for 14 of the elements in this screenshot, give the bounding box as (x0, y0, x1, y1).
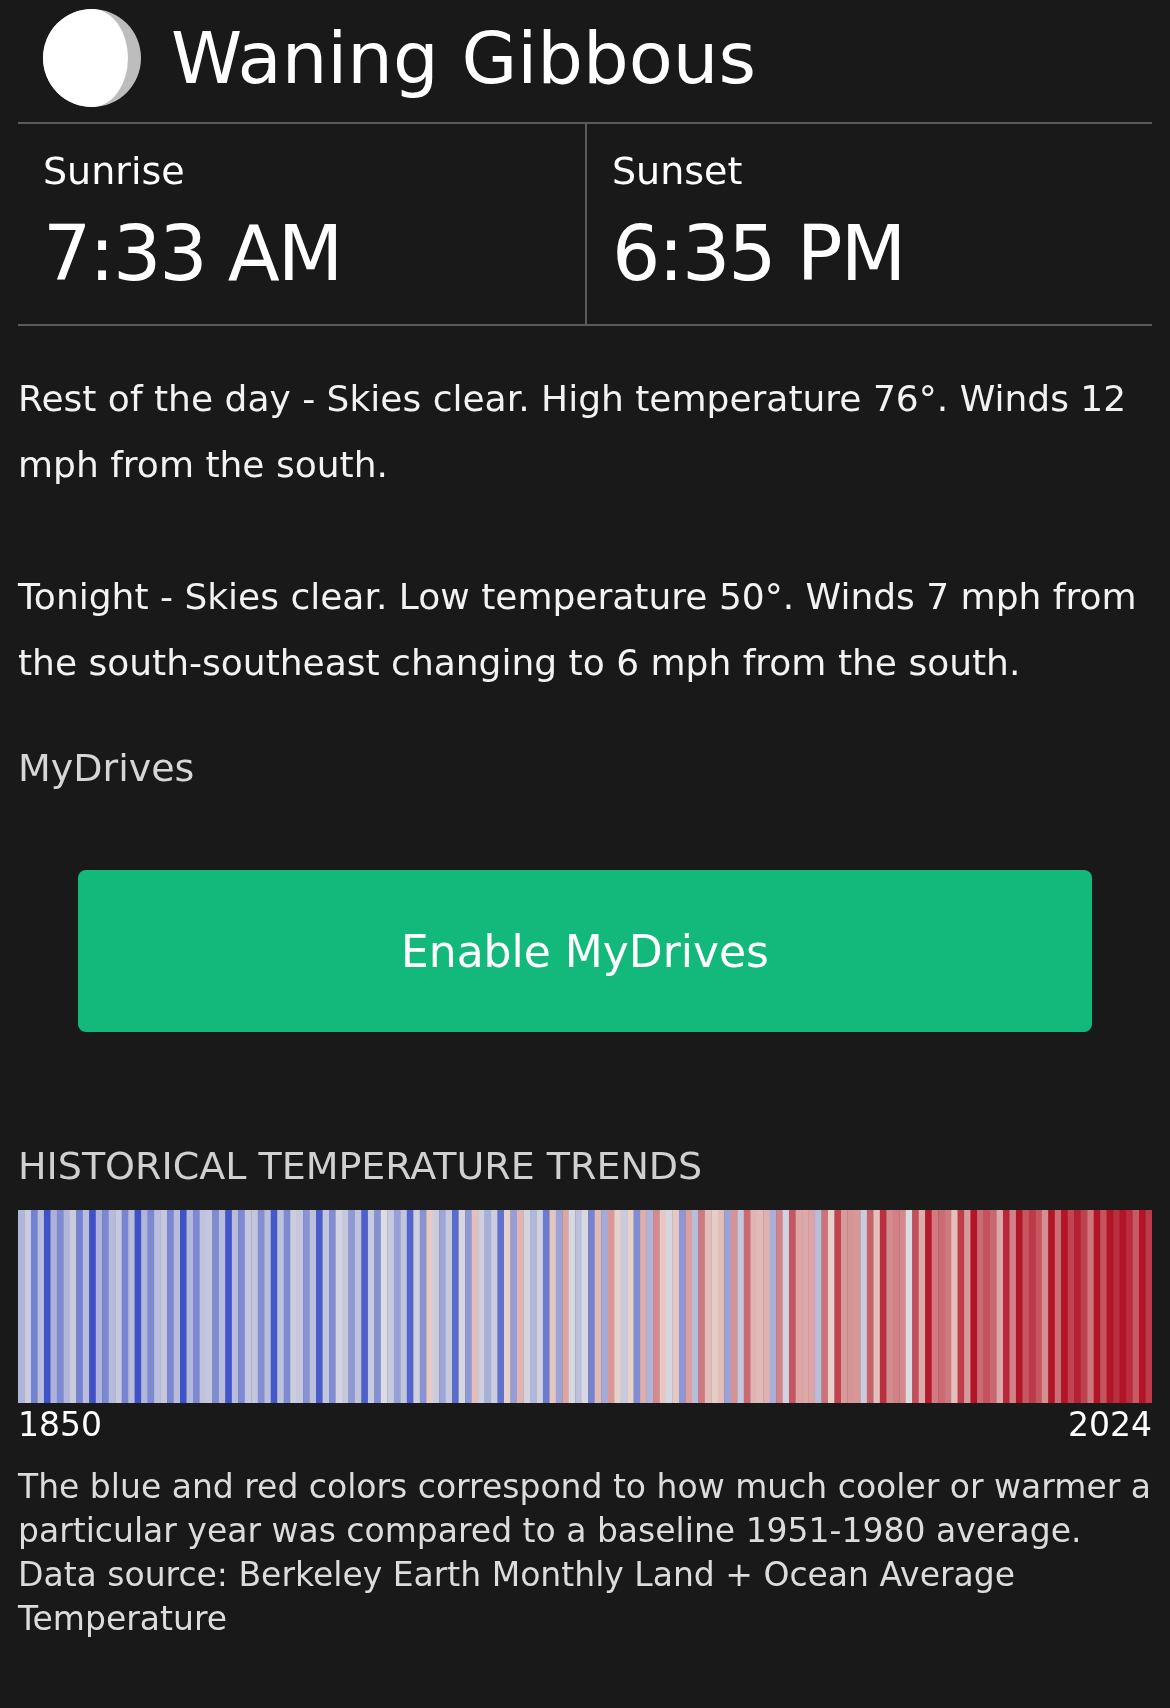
year-label: 1850 (18, 1404, 102, 1446)
moon-icon (43, 9, 141, 107)
moon-phase-title: Waning Gibbous (171, 15, 756, 102)
stripes-description: The blue and red colors correspond to how much cooler or warmer a particular year was compared to a baseline 1951-1980 average. Data source: Berkeley Earth Monthly Land + Ocean Average Temperature (18, 1466, 1152, 1640)
enable-mydrives-button[interactable]: Enable MyDrives (78, 870, 1092, 1032)
section-title: MyDrives (18, 745, 196, 792)
sun-label: Sunset (612, 148, 744, 195)
section-heading: HISTORICAL TEMPERATURE TRENDS (18, 1143, 704, 1190)
sun-label: Sunrise (43, 148, 186, 195)
forecast-text: Tonight - Skies clear. Low temperature 50°. Winds 7 mph from the south-southeast changing to 6 mph from the south. (18, 575, 1138, 685)
year-label: 2024 (1068, 1404, 1152, 1446)
sun-time: 6:35 PM (612, 208, 906, 300)
forecast-text: Rest of the day - Skies clear. High temperature 76°. Winds 12 mph from the south. (18, 377, 1128, 487)
sun-time: 7:33 AM (43, 208, 343, 300)
